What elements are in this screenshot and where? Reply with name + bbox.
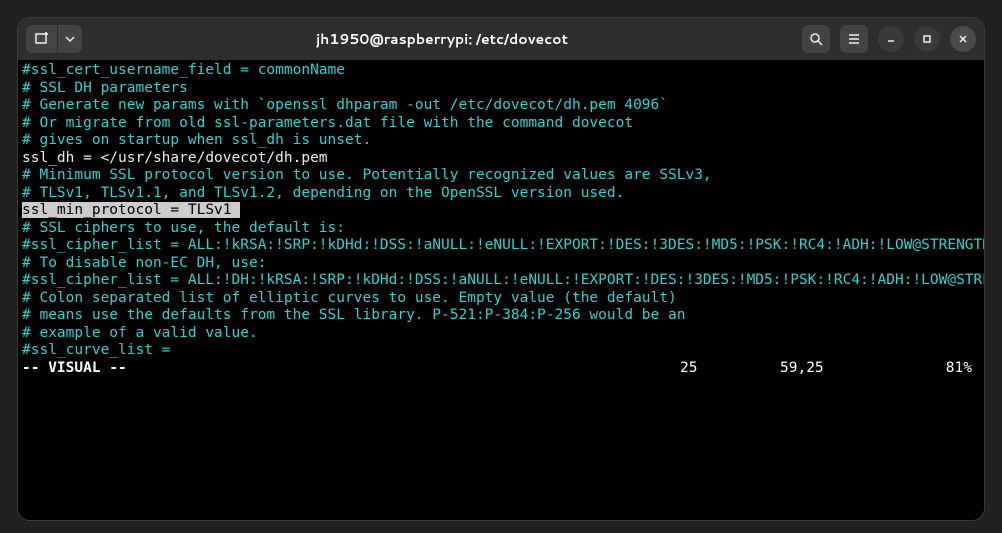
new-tab-button[interactable] bbox=[26, 25, 58, 53]
vim-status-bar: -- VISUAL -- 25 59,25 81% bbox=[22, 360, 980, 378]
menu-button[interactable] bbox=[840, 25, 868, 53]
vim-mode: -- VISUAL -- bbox=[22, 360, 127, 378]
editor-line: # SSL ciphers to use, the default is: bbox=[22, 220, 980, 238]
editor-line: #ssl_curve_list = bbox=[22, 342, 980, 360]
editor-line: # Or migrate from old ssl-parameters.dat… bbox=[22, 115, 980, 133]
editor-line: # SSL DH parameters bbox=[22, 80, 980, 98]
editor-line: #ssl_cipher_list = ALL:!DH:!kRSA:!SRP:!k… bbox=[22, 272, 980, 290]
search-button[interactable] bbox=[802, 25, 830, 53]
editor-line: #ssl_cipher_list = ALL:!kRSA:!SRP:!kDHd:… bbox=[22, 237, 980, 255]
editor-line-selected: ssl_min_protocol = TLSv1 bbox=[22, 202, 980, 220]
new-tab-icon bbox=[34, 31, 50, 47]
visual-selection: ssl_min_protocol = TLSv1 bbox=[22, 202, 232, 218]
editor-line: #ssl_cert_username_field = commonName bbox=[22, 62, 980, 80]
editor-line: # Colon separated list of elliptic curve… bbox=[22, 290, 980, 308]
scroll-percent: 81% bbox=[920, 360, 980, 378]
minimize-icon bbox=[885, 33, 897, 45]
close-button[interactable] bbox=[950, 26, 976, 52]
chevron-down-icon bbox=[65, 34, 75, 44]
minimize-button[interactable] bbox=[878, 26, 904, 52]
hamburger-icon bbox=[847, 32, 861, 46]
tab-controls bbox=[26, 25, 82, 53]
maximize-button[interactable] bbox=[914, 26, 940, 52]
editor-line: # Generate new params with `openssl dhpa… bbox=[22, 97, 980, 115]
search-icon bbox=[809, 32, 823, 46]
editor-line: # TLSv1, TLSv1.1, and TLSv1.2, depending… bbox=[22, 185, 980, 203]
status-spacer bbox=[127, 360, 680, 378]
tab-dropdown-button[interactable] bbox=[58, 25, 82, 53]
editor-line: ssl_dh = </usr/share/dovecot/dh.pem bbox=[22, 150, 980, 168]
cursor bbox=[232, 202, 241, 218]
close-icon bbox=[957, 33, 969, 45]
maximize-icon bbox=[921, 33, 933, 45]
editor-line: # Minimum SSL protocol version to use. P… bbox=[22, 167, 980, 185]
titlebar: jh1950@raspberrypi: /etc/dovecot bbox=[18, 18, 984, 60]
editor-line: # example of a valid value. bbox=[22, 325, 980, 343]
editor-line: # gives on startup when ssl_dh is unset. bbox=[22, 132, 980, 150]
status-count: 25 bbox=[680, 360, 780, 378]
window-title: jh1950@raspberrypi: /etc/dovecot bbox=[88, 29, 796, 49]
cursor-position: 59,25 bbox=[780, 360, 920, 378]
terminal-body[interactable]: #ssl_cert_username_field = commonName # … bbox=[18, 60, 984, 520]
editor-line: # To disable non-EC DH, use: bbox=[22, 255, 980, 273]
editor-line: # means use the defaults from the SSL li… bbox=[22, 307, 980, 325]
terminal-window: jh1950@raspberrypi: /etc/dovecot #ssl_ce… bbox=[18, 18, 984, 520]
window-controls bbox=[802, 25, 976, 53]
